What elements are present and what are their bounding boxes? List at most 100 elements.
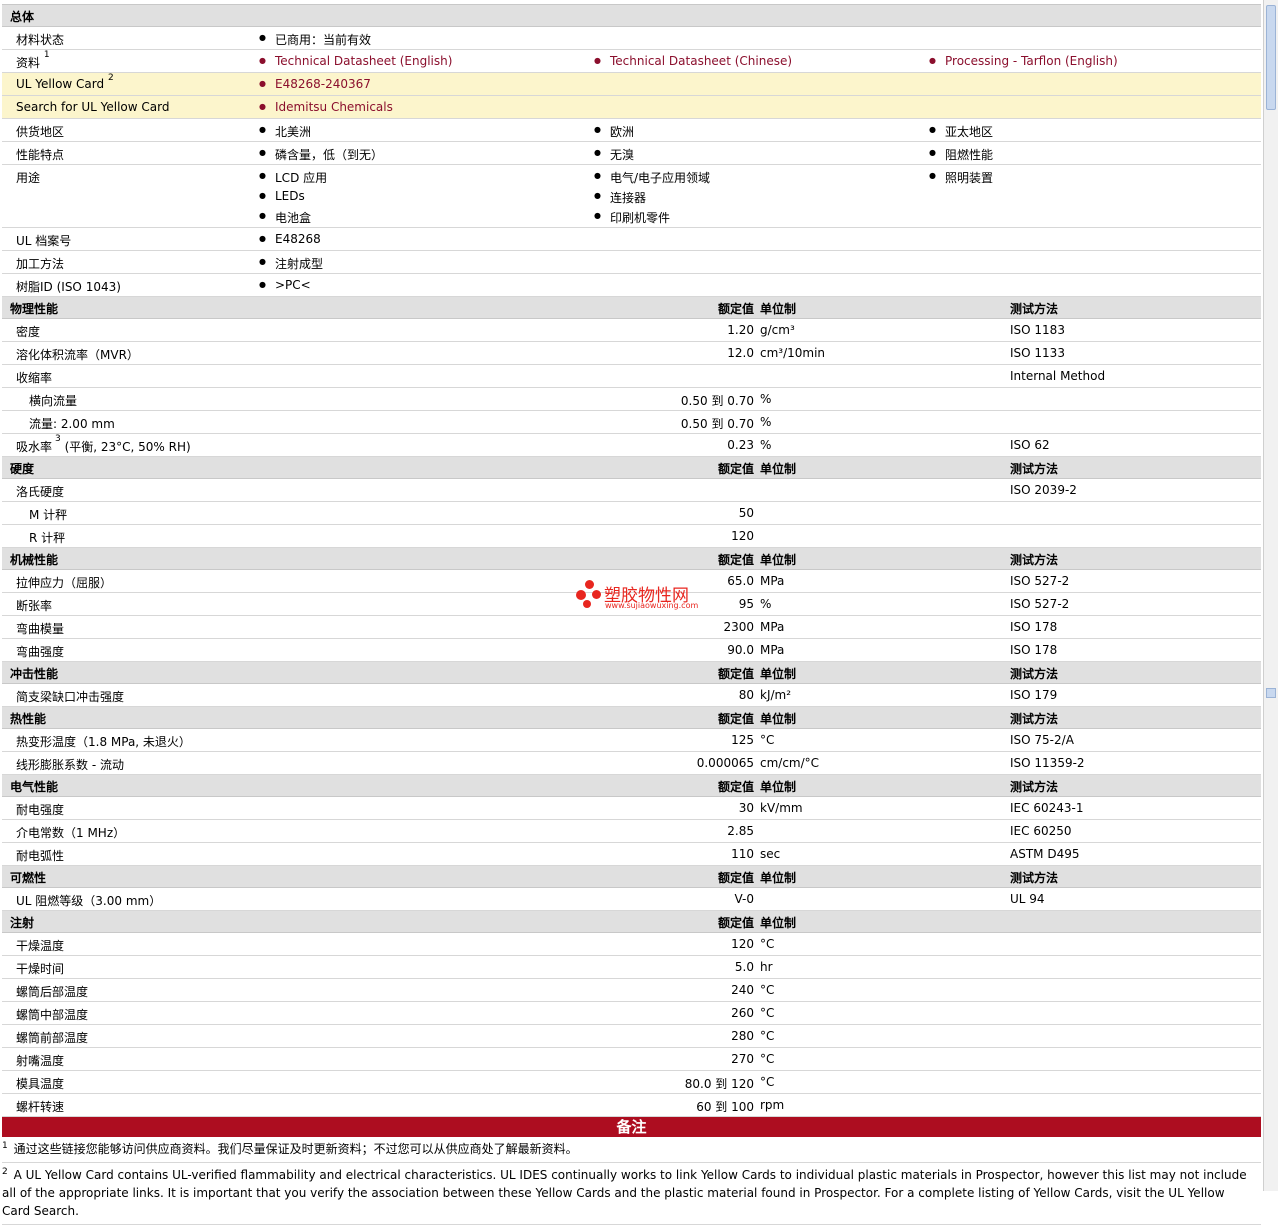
row-label: 性能特点	[16, 148, 65, 162]
property-row: 简支梁缺口冲击强度 80 kJ/m² ISO 179	[2, 684, 1261, 707]
property-method: IEC 60243-1	[1010, 801, 1084, 815]
property-method: ISO 2039-2	[1010, 483, 1077, 497]
property-row: R 计秤 120	[2, 525, 1261, 548]
row-value: 阻燃性能	[929, 146, 993, 163]
property-row: 螺筒中部温度 260 °C	[2, 1002, 1261, 1025]
row-label: 加工方法	[16, 257, 65, 271]
header-unit: 单位制	[760, 553, 797, 567]
section-title: 物理性能	[10, 302, 59, 316]
row-value: 电池盒	[259, 209, 311, 226]
watermark-logo: 塑胶物性网 www.sujiaowuxing.com	[576, 580, 706, 614]
property-unit: cm/cm/°C	[760, 756, 820, 770]
property-value: 50	[738, 506, 754, 520]
property-value: 0.23	[727, 438, 754, 452]
property-value: 65.0	[727, 574, 754, 588]
property-value: 30	[738, 801, 754, 815]
section-title: 机械性能	[10, 553, 59, 567]
section-header: 热性能 额定值 单位制 测试方法	[2, 707, 1261, 729]
property-unit: kV/mm	[760, 801, 803, 815]
header-method: 测试方法	[1010, 780, 1059, 794]
property-label: 热变形温度（1.8 MPa, 未退火）	[16, 735, 191, 749]
property-sections: 物理性能 额定值 单位制 测试方法 密度 1.20 g/cm³ ISO 1183 溶化体积流率（…	[2, 297, 1261, 1117]
header-method: 测试方法	[1010, 553, 1059, 567]
header-nominal: 额定值	[717, 553, 754, 567]
section-title: 可燃性	[10, 871, 47, 885]
property-method: IEC 60250	[1010, 824, 1072, 838]
section-header: 硬度 额定值 单位制 测试方法	[2, 457, 1261, 479]
property-value: 5.0	[734, 960, 754, 974]
header-nominal: 额定值	[717, 916, 754, 930]
property-row: 模具温度 80.0 到 120 °C	[2, 1071, 1261, 1094]
property-label: 溶化体积流率（MVR）	[16, 348, 139, 362]
scrollbar-thumb[interactable]	[1266, 5, 1276, 110]
property-label: 密度	[16, 325, 41, 339]
property-value: 0.50 到 0.70	[680, 417, 754, 431]
row-value: 已商用：当前有效	[259, 31, 371, 48]
row-value: LCD 应用	[259, 169, 327, 186]
property-row: 射嘴温度 270 °C	[2, 1048, 1261, 1071]
doc-link-chinese[interactable]: Technical Datasheet (Chinese)	[594, 54, 792, 68]
property-value: 12.0	[727, 346, 754, 360]
property-unit: MPa	[760, 643, 785, 657]
property-method: ISO 178	[1010, 643, 1058, 657]
property-row: 干燥时间 5.0 hr	[2, 956, 1261, 979]
row-availability: 供货地区 北美洲 欧洲 亚太地区	[2, 119, 1261, 142]
property-label: 吸水率3 (平衡, 23°C, 50% RH)	[16, 434, 191, 454]
property-method: ISO 1183	[1010, 323, 1065, 337]
property-row: 螺杆转速 60 到 100 rpm	[2, 1094, 1261, 1117]
property-label: 螺筒中部温度	[16, 1008, 89, 1022]
header-method: 测试方法	[1010, 871, 1059, 885]
property-row: 热变形温度（1.8 MPa, 未退火） 125 °C ISO 75-2/A	[2, 729, 1261, 752]
property-value: 280	[731, 1029, 754, 1043]
row-ul-yellow-card: UL Yellow Card 2 E48268-240367	[2, 73, 1261, 96]
property-label: 弯曲模量	[16, 622, 65, 636]
property-row: 弯曲模量 2300 MPa ISO 178	[2, 616, 1261, 639]
property-row: 收缩率 Internal Method	[2, 365, 1261, 388]
ul-search-link[interactable]: Idemitsu Chemicals	[259, 100, 393, 114]
property-value: 1.20	[727, 323, 754, 337]
property-row: 线形膨胀系数 - 流动 0.000065 cm/cm/°C ISO 11359-2	[2, 752, 1261, 775]
header-nominal: 额定值	[717, 780, 754, 794]
row-value: 电气/电子应用领域	[594, 169, 710, 186]
property-row: 密度 1.20 g/cm³ ISO 1183	[2, 319, 1261, 342]
property-row: 洛氏硬度 ISO 2039-2	[2, 479, 1261, 502]
property-method: ISO 11359-2	[1010, 756, 1085, 770]
header-nominal: 额定值	[717, 462, 754, 476]
property-value: 2300	[723, 620, 754, 634]
property-label: 流量: 2.00 mm	[29, 417, 115, 431]
vertical-scrollbar[interactable]	[1263, 0, 1278, 1191]
property-unit: cm³/10min	[760, 346, 826, 360]
header-method: 测试方法	[1010, 462, 1059, 476]
scrollbar-marker	[1266, 688, 1276, 698]
property-row: 弯曲强度 90.0 MPa ISO 178	[2, 639, 1261, 662]
doc-link-processing[interactable]: Processing - Tarflon (English)	[929, 54, 1118, 68]
row-processing: 加工方法 注射成型	[2, 251, 1261, 274]
property-value: 125	[731, 733, 754, 747]
row-value: 欧洲	[594, 123, 634, 140]
property-label: 洛氏硬度	[16, 485, 65, 499]
property-label: 螺杆转速	[16, 1100, 65, 1114]
row-value: 北美洲	[259, 123, 311, 140]
property-unit: °C	[760, 1006, 775, 1020]
property-method: UL 94	[1010, 892, 1045, 906]
doc-link-english[interactable]: Technical Datasheet (English)	[259, 54, 452, 68]
property-unit: hr	[760, 960, 773, 974]
property-value: 90.0	[727, 643, 754, 657]
row-value: LEDs	[259, 189, 305, 203]
property-label: M 计秤	[29, 508, 68, 522]
row-value: 连接器	[594, 189, 646, 206]
property-row: 耐电强度 30 kV/mm IEC 60243-1	[2, 797, 1261, 820]
note-number: 1	[2, 1141, 8, 1151]
property-label: 断张率	[16, 599, 53, 613]
property-unit: %	[760, 415, 772, 429]
ul-yellow-card-link[interactable]: E48268-240367	[259, 77, 371, 91]
row-value: E48268	[259, 232, 321, 246]
row-value: 照明装置	[929, 169, 993, 186]
footnote-ref: 3	[55, 434, 61, 444]
header-unit: 单位制	[760, 780, 797, 794]
property-method: ASTM D495	[1010, 847, 1080, 861]
property-value: 240	[731, 983, 754, 997]
property-value: 110	[731, 847, 754, 861]
property-label: 干燥时间	[16, 962, 65, 976]
property-value: 120	[731, 529, 754, 543]
